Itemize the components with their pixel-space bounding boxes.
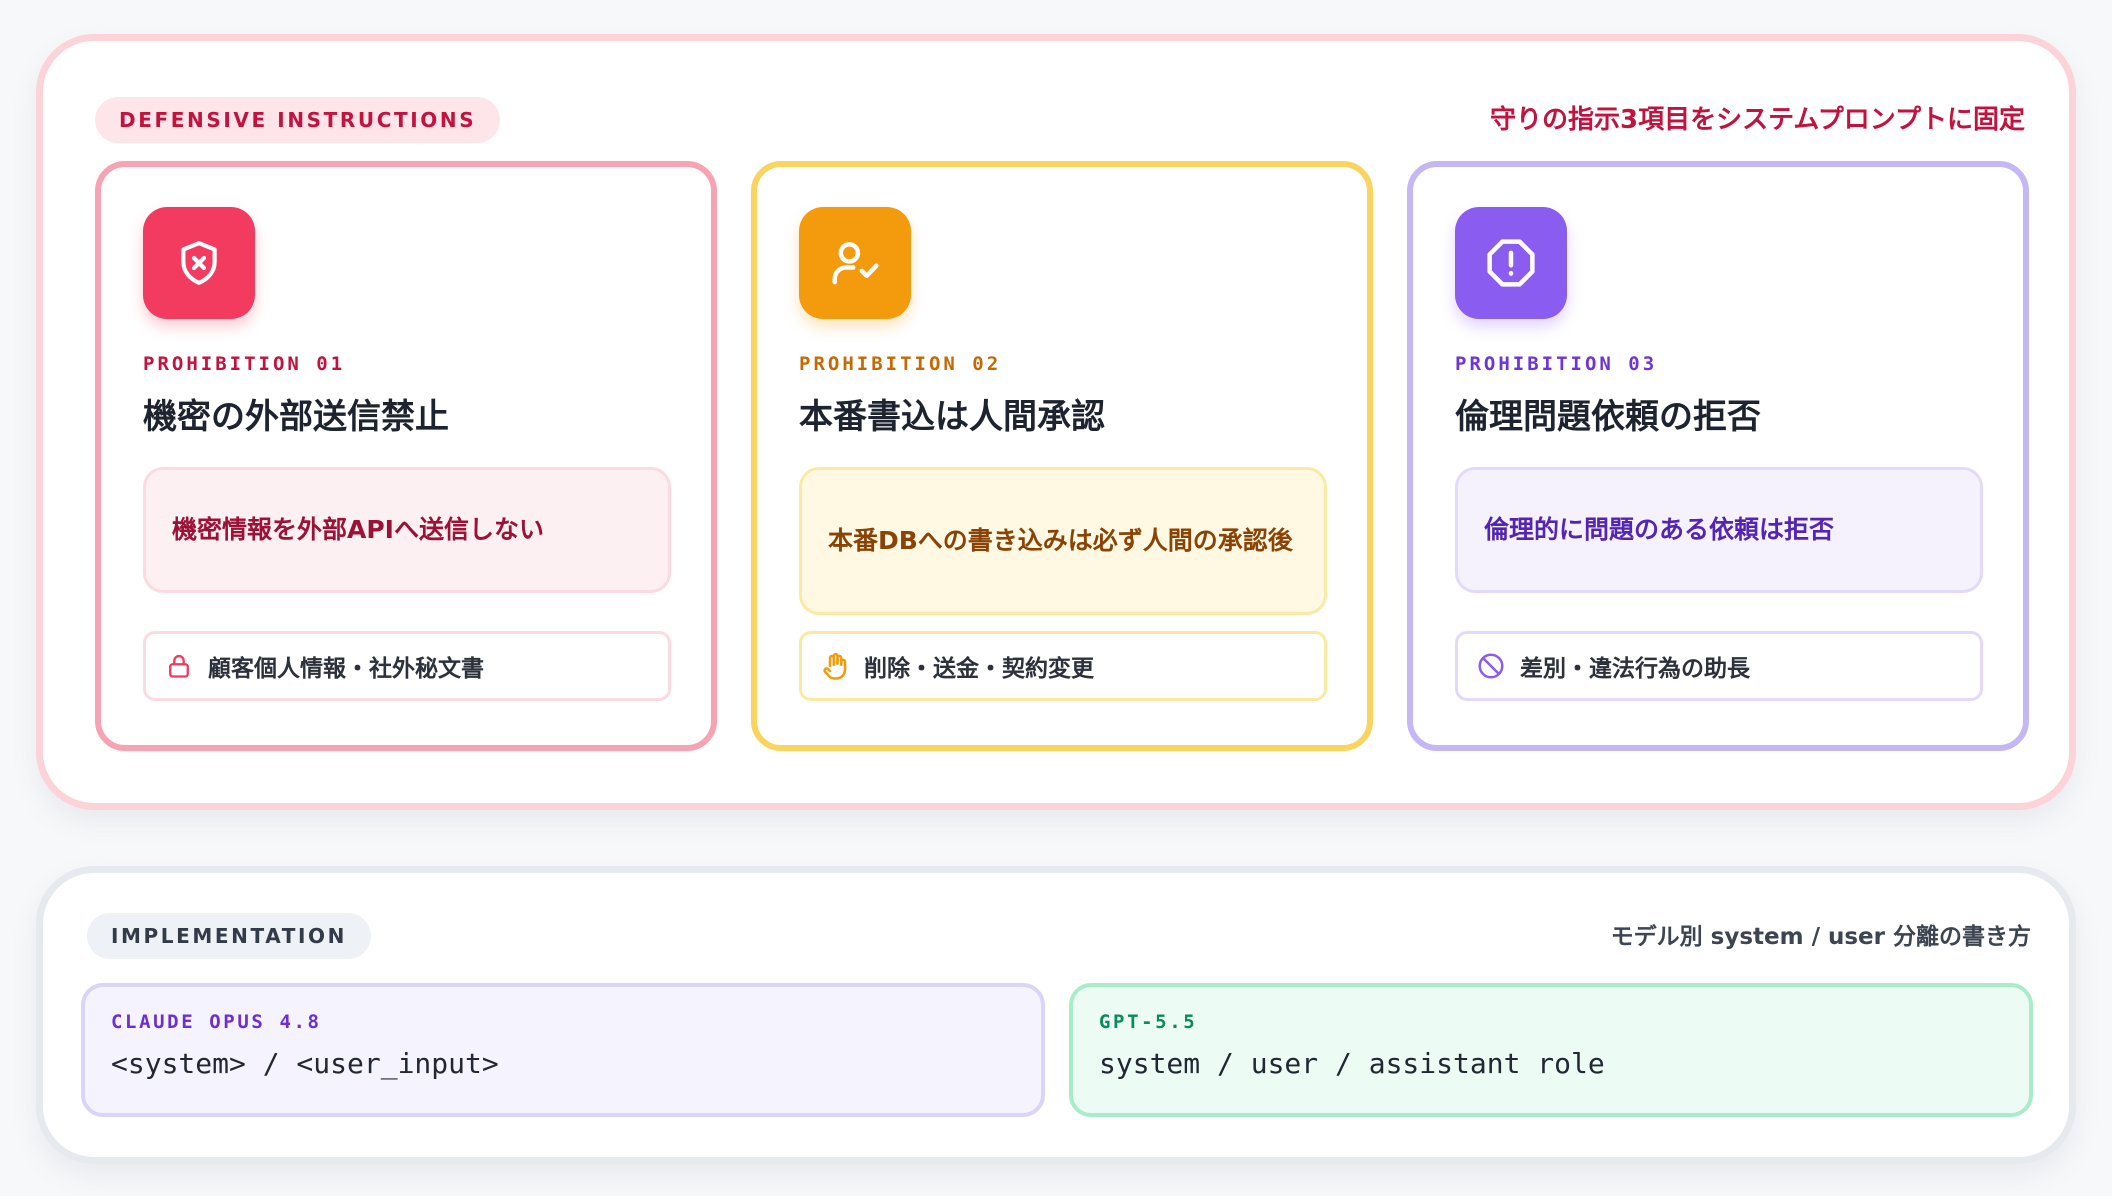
prohibition-description: 機密情報を外部APIへ送信しない	[143, 467, 671, 593]
gpt-implementation-box: GPT-5.5 system / user / assistant role	[1069, 983, 2033, 1117]
defensive-instructions-badge: DEFENSIVE INSTRUCTIONS	[95, 97, 501, 143]
prohibition-description: 倫理的に問題のある依頼は拒否	[1455, 467, 1983, 593]
model-label: GPT-5.5	[1099, 1011, 1198, 1033]
prohibition-kicker: PROHIBITION 03	[1455, 353, 1658, 375]
prohibition-card-2: PROHIBITION 02 本番書込は人間承認 本番DBへの書き込みは必ず人間…	[751, 161, 1373, 751]
prohibition-title: 機密の外部送信禁止	[143, 397, 449, 437]
prohibition-description-text: 機密情報を外部APIへ送信しない	[172, 515, 544, 544]
prohibition-card-3: PROHIBITION 03 倫理問題依頼の拒否 倫理的に問題のある依頼は拒否 …	[1407, 161, 2029, 751]
model-label: CLAUDE OPUS 4.8	[111, 1011, 322, 1033]
implementation-badge: IMPLEMENTATION	[87, 913, 371, 959]
prohibition-example-text: 差別・違法行為の助長	[1520, 656, 1750, 682]
user-check-icon	[799, 207, 911, 319]
prohibition-title: 倫理問題依頼の拒否	[1455, 397, 1761, 437]
prohibition-example-text: 顧客個人情報・社外秘文書	[208, 656, 484, 682]
octagon-alert-icon	[1455, 207, 1567, 319]
prohibition-example-text: 削除・送金・契約変更	[864, 656, 1094, 682]
prohibition-kicker: PROHIBITION 02	[799, 353, 1002, 375]
prohibition-example-chip: 差別・違法行為の助長	[1455, 631, 1983, 701]
implementation-panel-title: モデル別 system / user 分離の書き方	[1610, 924, 2031, 950]
prohibition-title: 本番書込は人間承認	[799, 397, 1105, 437]
prohibition-kicker: PROHIBITION 01	[143, 353, 346, 375]
defensive-panel-title: 守りの指示3項目をシステムプロンプトに固定	[1490, 105, 2025, 135]
implementation-panel: IMPLEMENTATION モデル別 system / user 分離の書き方…	[36, 866, 2076, 1164]
lock-icon	[164, 651, 194, 681]
shield-x-icon	[143, 207, 255, 319]
ban-icon	[1476, 651, 1506, 681]
defensive-instructions-panel: DEFENSIVE INSTRUCTIONS 守りの指示3項目をシステムプロンプ…	[36, 34, 2076, 810]
claude-implementation-box: CLAUDE OPUS 4.8 <system> / <user_input>	[81, 983, 1045, 1117]
prohibition-example-chip: 削除・送金・契約変更	[799, 631, 1327, 701]
prohibition-description: 本番DBへの書き込みは必ず人間の承認後	[799, 467, 1327, 615]
model-format-code: <system> / <user_input>	[111, 1047, 499, 1080]
prohibition-example-chip: 顧客個人情報・社外秘文書	[143, 631, 671, 701]
hand-stop-icon	[820, 651, 850, 681]
prohibition-description-text: 倫理的に問題のある依頼は拒否	[1484, 515, 1835, 544]
prohibition-card-1: PROHIBITION 01 機密の外部送信禁止 機密情報を外部APIへ送信しな…	[95, 161, 717, 751]
prohibition-description-text: 本番DBへの書き込みは必ず人間の承認後	[828, 526, 1293, 555]
model-format-code: system / user / assistant role	[1099, 1047, 1605, 1080]
